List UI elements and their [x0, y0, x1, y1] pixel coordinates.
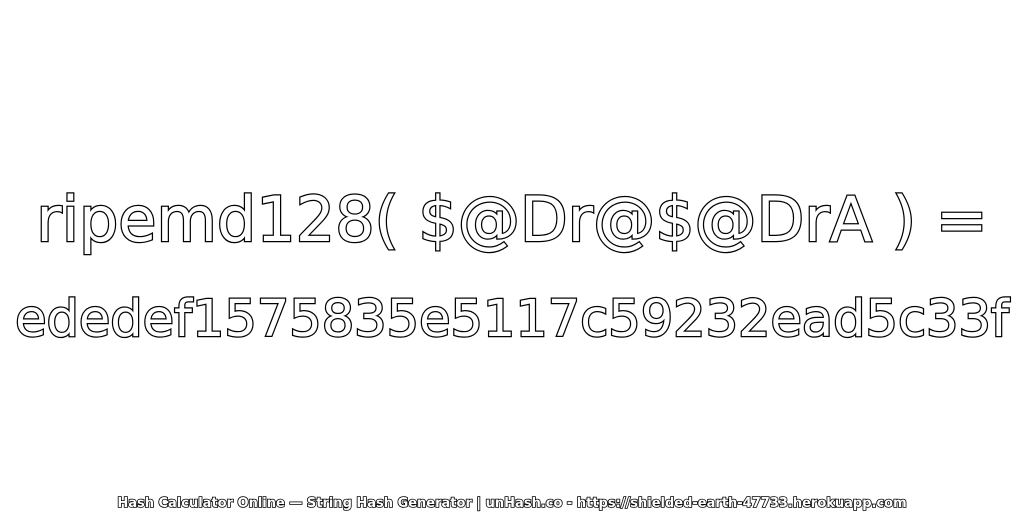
hash-image-canvas: ripemd128( $@Dr@$@DrA ) = ededef1575835e…	[0, 0, 1024, 512]
hash-expression: ripemd128( $@Dr@$@DrA ) =	[35, 182, 989, 258]
hash-result: ededef1575835e5117c59232ead5c33f	[14, 289, 1010, 351]
footer-credit: Hash Calculator Online — String Hash Gen…	[117, 495, 908, 512]
